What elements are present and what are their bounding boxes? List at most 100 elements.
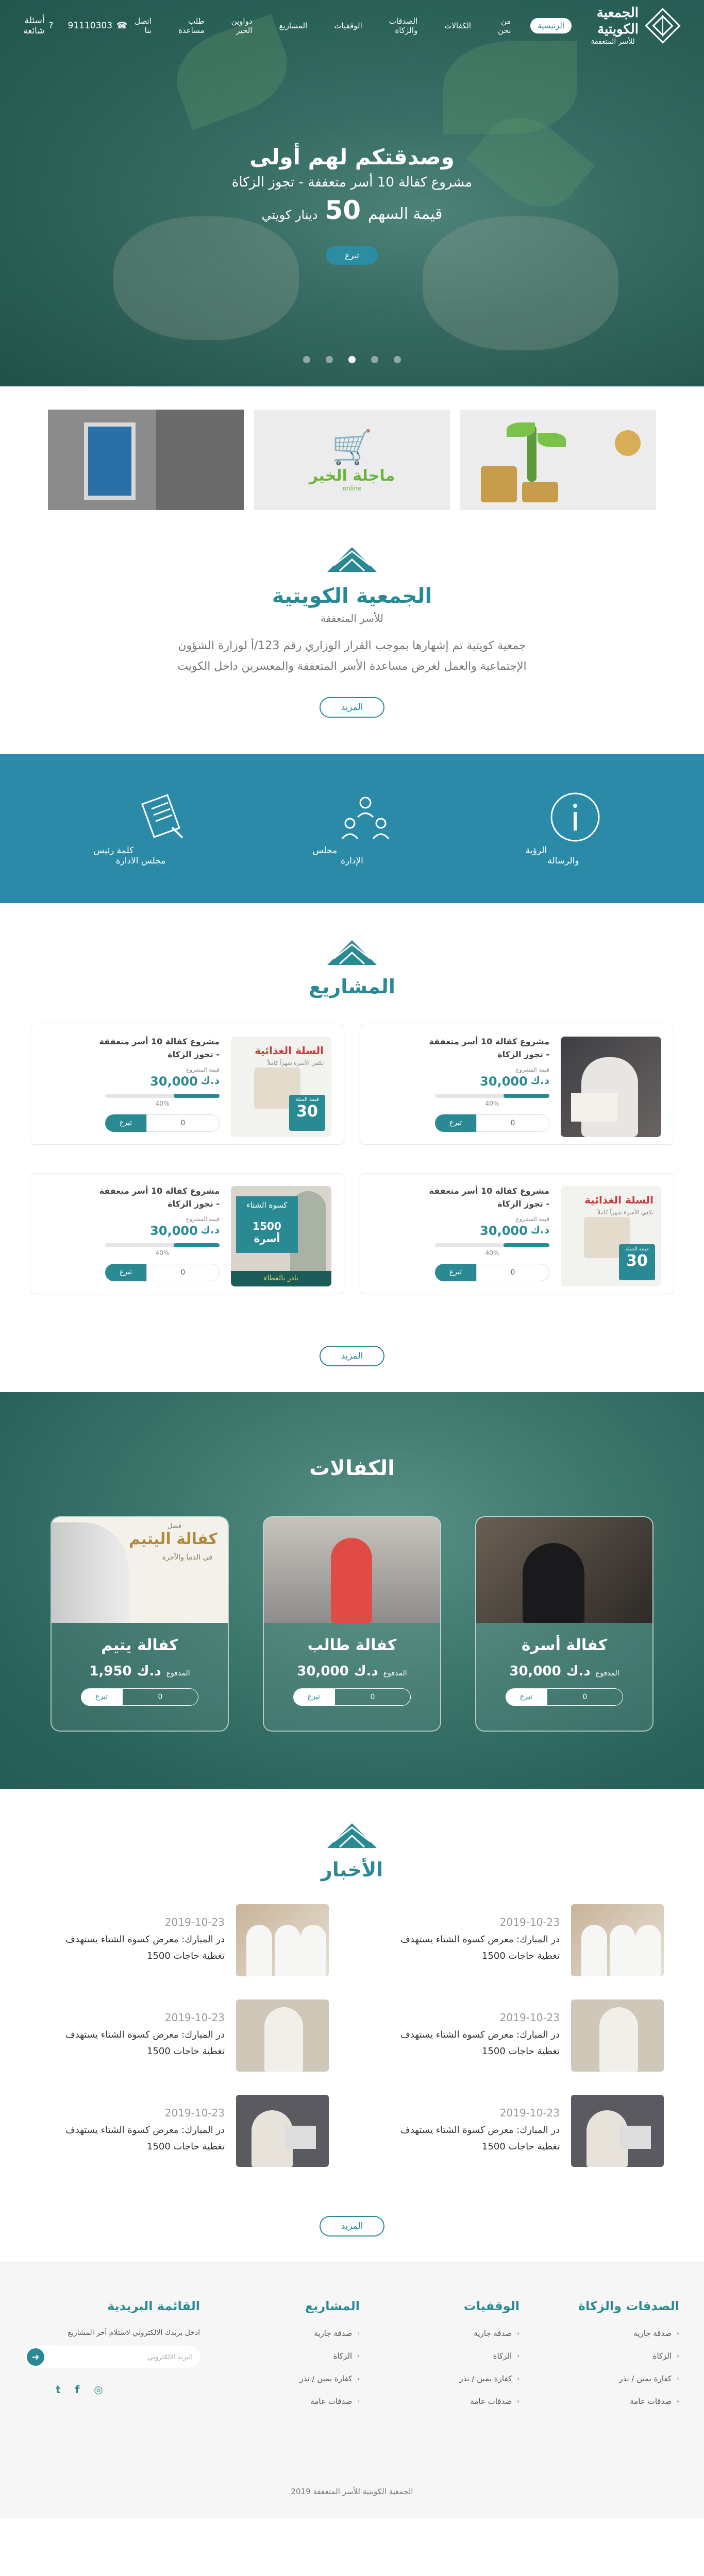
project-image[interactable]	[561, 1037, 661, 1138]
banner-door[interactable]	[48, 410, 244, 510]
banner-coins[interactable]	[460, 410, 656, 510]
footer-link[interactable]: ‹ الزكاة	[416, 2351, 519, 2361]
photo-box	[285, 2126, 316, 2149]
footer-link[interactable]: ‹ كفارة يمين / نذر	[416, 2374, 519, 2383]
footer-link[interactable]: ‹ صدقة جارية	[416, 2329, 519, 2338]
nav-request-help[interactable]: طلب مساعدة	[171, 13, 212, 38]
project-image[interactable]: كسوة الشتاء 1500 أسرة بادر بالعطاء	[231, 1186, 331, 1287]
footer-link[interactable]: ‹ كفارة يمين / نذر	[257, 2374, 360, 2383]
sponsorship-amount-input[interactable]: 0	[547, 1688, 623, 1706]
nav-charity-zakat[interactable]: الصدقات والزكاة	[382, 13, 425, 38]
news-item[interactable]: 2019-10-23 در المبارك: معرض كسوة الشتاء ي…	[40, 1904, 329, 1977]
project-donate-button[interactable]: تبرع	[105, 1114, 146, 1132]
footer-link[interactable]: ‹ كفارة يمين / نذر	[576, 2374, 679, 2383]
project-donate-button[interactable]: تبرع	[435, 1264, 476, 1282]
project-amount-input[interactable]: 0	[476, 1264, 549, 1282]
photo-person	[610, 1925, 635, 1977]
site-logo[interactable]: الجمعية الكويتية للأسر المتعففة	[587, 5, 681, 46]
section-mountain-icon	[327, 547, 377, 572]
newsletter-email-input[interactable]: البريد الالكتروني	[148, 2353, 193, 2361]
footer-link-label: صدقات عامة	[310, 2397, 353, 2406]
footer-link[interactable]: ‹ صدقات عامة	[576, 2397, 679, 2406]
chevron-left-icon: ‹	[677, 2352, 679, 2360]
food-badge-label: قيمة السلة	[295, 1097, 319, 1103]
hero-donate-button[interactable]: تبرع	[326, 246, 378, 265]
nav-about[interactable]: من نحن	[491, 13, 518, 38]
news-section: الأخبار 2019-10-23 در المبارك: معرض كسوة …	[0, 1789, 704, 2262]
arrow-submit-icon[interactable]: ➜	[27, 2348, 44, 2366]
banner-cart[interactable]: 🛒 ماجلة الخير online	[254, 410, 450, 510]
footer-link[interactable]: ‹ الزكاة	[576, 2351, 679, 2361]
footer-link-label: كفارة يمين / نذر	[459, 2374, 512, 2384]
footer-link[interactable]: ‹ صدقة جارية	[576, 2329, 679, 2338]
photo-person	[275, 1925, 300, 1977]
project-image[interactable]: السلة الغذائية تكفي الأسرة شهراً كاملاً …	[231, 1037, 331, 1138]
logo-subtitle: للأسر المتعففة	[591, 37, 635, 46]
twitter-icon[interactable]: t	[56, 2383, 61, 2396]
sponsorship-image[interactable]: فضل كفالة اليتيم في الدنيا والآخرة	[52, 1517, 228, 1623]
slider-dot-active[interactable]	[348, 356, 356, 363]
sponsorship-donate-button[interactable]: تبرع	[506, 1688, 547, 1706]
project-progress	[105, 1243, 220, 1248]
project-amount-value: 30,000	[150, 1074, 198, 1089]
photo-person	[599, 2007, 638, 2072]
project-image[interactable]: السلة الغذائية تكفي الأسرة شهراً كاملاً …	[561, 1186, 661, 1287]
sponsorship-image[interactable]	[264, 1517, 440, 1623]
project-amount-input[interactable]: 0	[146, 1264, 220, 1282]
facebook-icon[interactable]: f	[75, 2383, 80, 2396]
sponsorships-title: الكفالات	[309, 1456, 395, 1481]
sponsorship-donate-button[interactable]: تبرع	[81, 1688, 122, 1706]
sponsorship-donate-button[interactable]: تبرع	[293, 1688, 334, 1706]
nav-contact[interactable]: اتصل بنا	[127, 13, 159, 38]
footer-link[interactable]: ‹ صدقات عامة	[416, 2397, 519, 2406]
sponsorship-title: كفالة أسرة	[521, 1636, 608, 1655]
nav-endowments[interactable]: الوقفيات	[327, 18, 369, 33]
news-item[interactable]: 2019-10-23 در المبارك: معرض كسوة الشتاء ي…	[375, 2095, 664, 2167]
sponsorship-amount-input[interactable]: 0	[334, 1688, 411, 1706]
footer-link[interactable]: ‹ صدقة جارية	[257, 2329, 360, 2338]
news-item[interactable]: 2019-10-23 در المبارك: معرض كسوة الشتاء ي…	[375, 1904, 664, 1977]
cart-title: ماجلة الخير	[309, 466, 395, 485]
project-donate-button[interactable]: تبرع	[105, 1264, 146, 1282]
sponsorship-image[interactable]	[476, 1517, 652, 1623]
instagram-icon[interactable]: ◎	[94, 2383, 103, 2396]
sponsorship-amount-input[interactable]: 0	[122, 1688, 198, 1706]
project-progress-text: 40%	[155, 1249, 170, 1257]
about-more-button[interactable]: المزيد	[319, 697, 385, 718]
slider-dot[interactable]	[371, 356, 378, 363]
nav-projects[interactable]: المشاريع	[272, 18, 315, 33]
project-info: مشروع كفالة 10 أسر متعففة - تجوز الزكاة …	[373, 1037, 549, 1132]
news-image	[571, 2095, 664, 2167]
nav-diwans[interactable]: دواوين الخير	[224, 13, 260, 38]
project-amount-input[interactable]: 0	[146, 1114, 220, 1132]
strip-vision[interactable]: الرؤية والرسالة	[512, 791, 615, 866]
footer-link-label: الزكاة	[333, 2351, 353, 2361]
project-donate-button[interactable]: تبرع	[435, 1114, 476, 1132]
sponsorships-grid: كفالة أسرة المدفوع د.ك 30,000 تبرع 0 كفا…	[0, 1516, 704, 1732]
footer-link-label: صدقات عامة	[470, 2397, 512, 2406]
slider-dots	[0, 356, 704, 363]
footer-link-label: صدقة جارية	[633, 2329, 672, 2338]
slider-dot[interactable]	[326, 356, 333, 363]
project-currency: د.ك	[200, 1224, 220, 1236]
strip-board[interactable]: مجلس الإدارة	[300, 791, 404, 866]
news-more-button[interactable]: المزيد	[319, 2216, 385, 2237]
slider-dot[interactable]	[303, 356, 310, 363]
food-basket-subtitle: تكفي الأسرة شهراً كاملاً	[267, 1060, 324, 1067]
nav-home[interactable]: الرئيسية	[530, 18, 572, 33]
logo-title: الجمعية الكويتية	[596, 5, 639, 37]
footer-link[interactable]: ‹ صدقات عامة	[257, 2397, 360, 2406]
projects-more-button[interactable]: المزيد	[319, 1346, 385, 1367]
slider-dot[interactable]	[394, 356, 401, 363]
footer-link[interactable]: ‹ الزكاة	[257, 2351, 360, 2361]
news-item[interactable]: 2019-10-23 در المبارك: معرض كسوة الشتاء ي…	[40, 1999, 329, 2072]
nav-sponsorships[interactable]: الكفالات	[437, 18, 478, 33]
faq-link[interactable]: ? أسئلة شائعة	[23, 15, 54, 36]
strip-chairman[interactable]: كلمة رئيس مجلس الادارة	[89, 791, 192, 866]
footer-newsletter: القائمة البريدية ادخل بريدك الالكتروني ل…	[25, 2299, 200, 2419]
phone-link[interactable]: ☎ 91110303	[68, 21, 128, 31]
news-item[interactable]: 2019-10-23 در المبارك: معرض كسوة الشتاء ي…	[375, 1999, 664, 2072]
news-item[interactable]: 2019-10-23 در المبارك: معرض كسوة الشتاء ي…	[40, 2095, 329, 2167]
project-amount-input[interactable]: 0	[476, 1114, 549, 1132]
project-subtitle: - تجوز الزكاة	[167, 1199, 220, 1209]
